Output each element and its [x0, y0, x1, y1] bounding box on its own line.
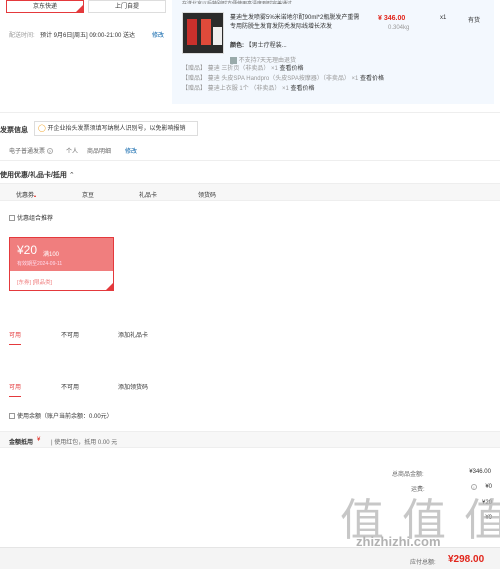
- gift-item: 【赠品】 蔓迪 头皮SPA Handpro（头皮SPA按摩器）（非卖品） ×1 …: [182, 74, 384, 84]
- combo-checkbox[interactable]: [9, 215, 15, 222]
- combo-label: 优惠组合推荐: [17, 216, 54, 222]
- combo-recommend[interactable]: 优惠组合推荐: [9, 213, 53, 222]
- coupon-section-title[interactable]: 使用优惠/礼品卡/抵用 ⌃: [0, 170, 75, 180]
- product-top-text: 在送北京以后特别时方便使用高清度到时完美通过: [182, 1, 293, 4]
- coupon-amount: ¥20: [17, 243, 38, 257]
- delivery-option-pickup-label: 上门自提: [114, 4, 139, 10]
- selected-corner-icon: [76, 5, 83, 12]
- product-color-value: 【男士疗程装...: [245, 43, 287, 49]
- add-giftcard-link[interactable]: 添加礼品卡: [118, 330, 148, 339]
- invoice-holder: 个人: [66, 149, 79, 155]
- gift-text: 蔓迪 三折页（非卖品） ×1: [207, 66, 278, 72]
- product-weight: 0.304kg: [388, 25, 410, 31]
- invoice-modify-link[interactable]: 修改: [125, 146, 137, 155]
- balance-checkbox[interactable]: [9, 413, 15, 420]
- gift-tag: 【赠品】: [182, 86, 207, 92]
- product-box-shape: [213, 27, 222, 45]
- gift-price-link[interactable]: 查看价格: [360, 76, 384, 82]
- selected-corner-icon: [106, 283, 113, 290]
- invoice-type-label: 电子普通发票: [9, 149, 46, 155]
- product-image[interactable]: [182, 12, 224, 54]
- return-policy: 不支持7天无理由退货: [230, 55, 296, 64]
- deduct-label[interactable]: 金额抵用: [9, 437, 33, 446]
- product-color-label: 颜色:: [230, 43, 244, 49]
- delivery-option-express[interactable]: 京东快递: [6, 0, 84, 13]
- gift-tag: 【赠品】: [182, 66, 207, 72]
- coupon-tabs: 优惠券▴ 京豆 礼品卡 领货码: [0, 183, 500, 201]
- divider: [0, 112, 500, 113]
- return-policy-icon: [230, 56, 237, 64]
- tab-giftcard-available[interactable]: 可用: [9, 330, 22, 345]
- coupon-tags: [东券] [限品类]: [17, 280, 53, 286]
- product-bottle-shape: [201, 19, 211, 45]
- use-balance[interactable]: 使用余额（账户当前余额：0.00元）: [9, 411, 113, 420]
- invoice-notice-text: 开企业抬头发票须填写纳税人识别号，以免影响报销: [47, 126, 186, 132]
- coupon-card-header: ¥20 满100 有效期至2024-09-11: [10, 238, 113, 271]
- tab-giftcard-unavailable[interactable]: 不可用: [61, 330, 79, 339]
- invoice-content: 商品明细: [87, 149, 112, 155]
- delivery-option-pickup[interactable]: 上门自提: [88, 0, 166, 13]
- gift-price-link[interactable]: 查看价格: [280, 66, 304, 72]
- deduct-row: 金额抵用 ¥ | 使用红包，抵用 0.00 元: [0, 431, 500, 448]
- product-title[interactable]: 蔓迪生发喷雾5%米诺地尔酊90ml*2瓶脱发产重需专用防脱生发育发防秃发际线增长…: [230, 14, 362, 32]
- lightbulb-icon: ◯: [38, 125, 46, 132]
- delivery-modify-link[interactable]: 修改: [152, 30, 164, 39]
- total-value: ¥346.00: [469, 469, 491, 475]
- tab-redeem-code[interactable]: 领货码: [198, 190, 216, 199]
- gift-text: 蔓迪 头皮SPA Handpro（头皮SPA按摩器）（非卖品） ×1: [207, 76, 359, 82]
- product-qty: x1: [440, 15, 447, 21]
- balance-label: 使用余额（账户当前余额：0.00元）: [17, 414, 113, 420]
- product-price: ¥ 346.00: [378, 15, 406, 22]
- invoice-title: 发票信息: [0, 127, 28, 134]
- gift-price-link[interactable]: 查看价格: [291, 86, 315, 92]
- tab-jingdou[interactable]: 京豆: [82, 190, 94, 199]
- add-code-link[interactable]: 添加领货码: [118, 382, 148, 391]
- product-stock: 有货: [468, 18, 481, 24]
- coupon-condition: 满100: [43, 252, 60, 258]
- chevron-up-icon: ⌃: [68, 172, 75, 179]
- product-bottle-shape: [187, 19, 197, 45]
- coupon-card[interactable]: ¥20 满100 有效期至2024-09-11 [东券] [限品类]: [9, 237, 114, 291]
- payable-value: ¥298.00: [448, 554, 485, 565]
- coupon-section-title-text: 使用优惠/礼品卡/抵用: [0, 172, 67, 179]
- tab-code-available[interactable]: 可用: [9, 382, 22, 397]
- tab-code-unavailable[interactable]: 不可用: [61, 382, 79, 391]
- gift-text: 蔓迪上衣服 1个 （非卖品） ×1: [207, 86, 289, 92]
- tab-giftcard[interactable]: 礼品卡: [139, 190, 157, 199]
- tab-coupons-badge: ▴: [34, 193, 37, 198]
- deduct-currency: ¥: [37, 437, 41, 443]
- tab-coupons-label: 优惠券: [16, 193, 35, 199]
- gift-list: 【赠品】 蔓迪 三折页（非卖品） ×1 查看价格 【赠品】 蔓迪 头皮SPA H…: [182, 64, 384, 94]
- delivery-option-express-label: 京东快递: [32, 4, 57, 10]
- help-icon[interactable]: ?: [46, 148, 53, 154]
- product-panel: 在送北京以后特别时方便使用高清度到时完美通过 蔓迪生发喷雾5%米诺地尔酊90ml…: [172, 0, 494, 104]
- tab-coupons[interactable]: 优惠券▴: [16, 190, 36, 199]
- delivery-time-label: 配送时间:: [9, 33, 35, 39]
- payable-bar: 应付总额: ¥298.00: [0, 547, 500, 569]
- deduct-note: | 使用红包，抵用 0.00 元: [51, 440, 118, 446]
- product-color: 颜色: 【男士疗程装...: [230, 40, 287, 49]
- divider: [0, 160, 500, 161]
- total-label: 总商品金额:: [392, 472, 424, 478]
- delivery-time-value: 预计 9月6日[周五] 09:00-21:00 送达: [40, 33, 136, 39]
- gift-item: 【赠品】 蔓迪上衣服 1个 （非卖品） ×1 查看价格: [182, 84, 384, 94]
- invoice-type: 电子普通发票 ?: [9, 146, 53, 155]
- invoice-notice: ◯ 开企业抬头发票须填写纳税人识别号，以免影响报销: [34, 121, 198, 136]
- gift-item: 【赠品】 蔓迪 三折页（非卖品） ×1 查看价格: [182, 64, 384, 74]
- gift-tag: 【赠品】: [182, 76, 207, 82]
- coupon-validity: 有效期至2024-09-11: [17, 261, 63, 267]
- payable-label: 应付总额:: [410, 560, 436, 566]
